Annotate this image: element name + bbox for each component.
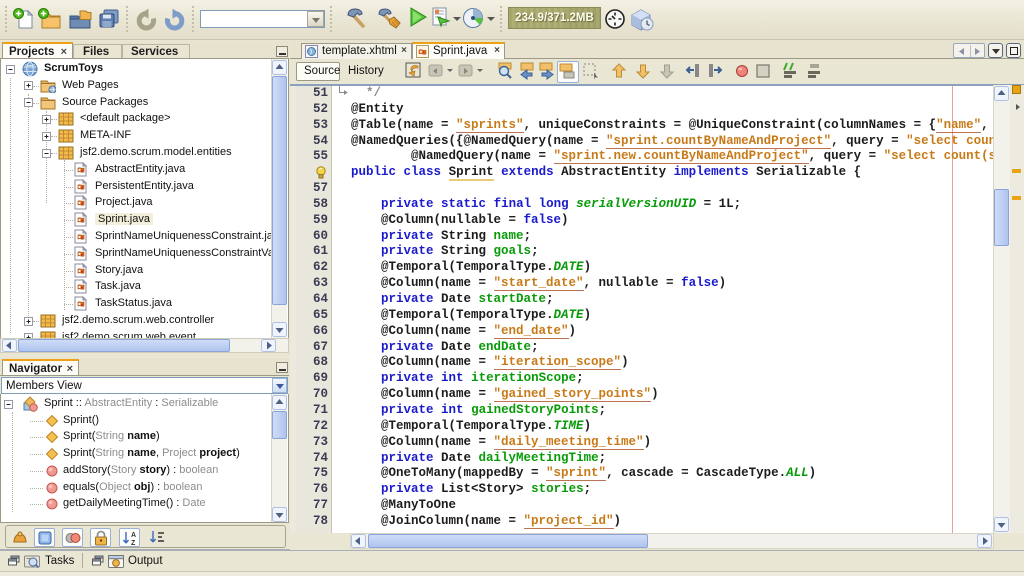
svg-text:A: A [131,532,136,539]
svg-text:Z: Z [131,540,136,547]
